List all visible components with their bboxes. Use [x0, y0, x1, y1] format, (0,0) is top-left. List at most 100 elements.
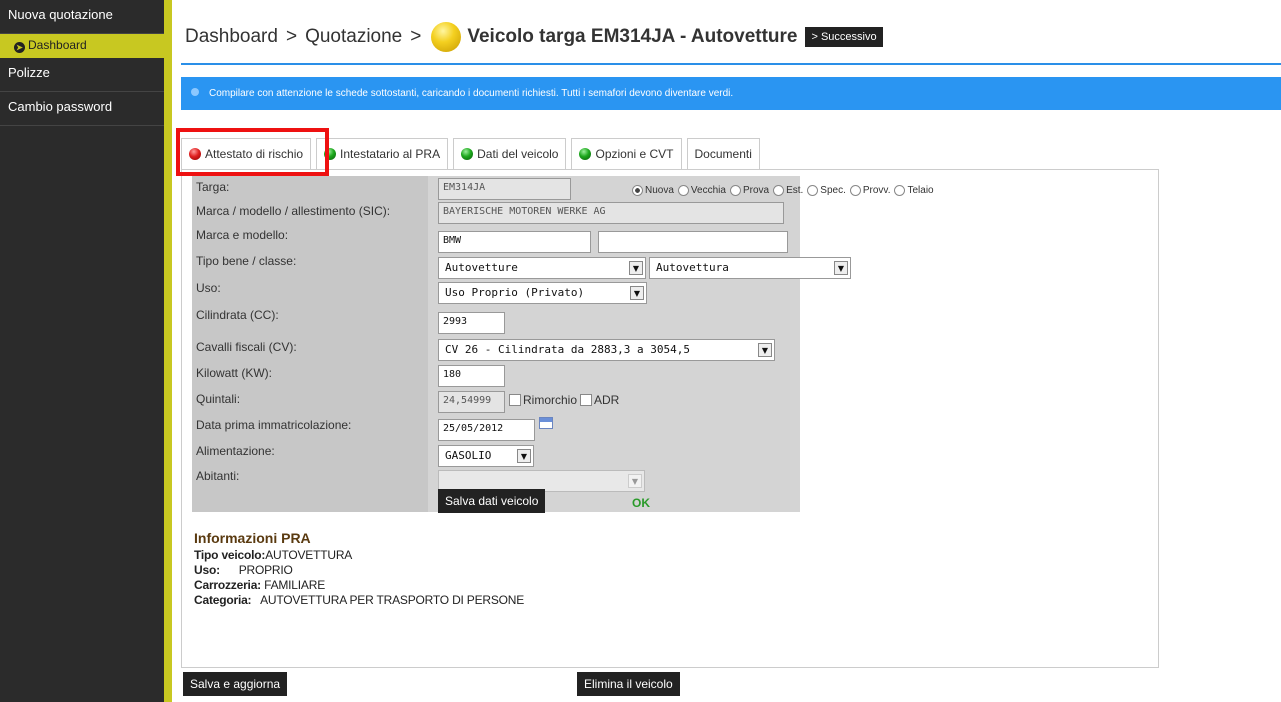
- radio-label: Nuova: [645, 185, 674, 196]
- tab-bar: Attestato di rischio Intestatario al PRA…: [181, 134, 765, 170]
- chevron-down-icon: ▼: [834, 261, 848, 275]
- tab-intestatario-al-pra[interactable]: Intestatario al PRA: [316, 138, 449, 170]
- radio-provv[interactable]: [849, 185, 861, 196]
- save-vehicle-button[interactable]: Salva dati veicolo: [438, 489, 546, 513]
- vehicle-panel: Targa: EM314JA Marca / modello / allesti…: [181, 169, 1159, 696]
- pra-uso: Uso: PROPRIO: [194, 563, 293, 577]
- field-label: Kilowatt (KW):: [196, 366, 273, 380]
- info-message: Compilare con attenzione le schede sotto…: [209, 88, 734, 99]
- chevron-right-icon: ➤: [14, 42, 25, 53]
- rimorchio-option: Rimorchio ADR: [506, 393, 619, 407]
- sidebar-item-polizze[interactable]: Polizze: [0, 58, 164, 92]
- sidebar-item-cambio-password[interactable]: Cambio password: [0, 92, 164, 126]
- cilindrata-field[interactable]: 2993: [438, 312, 505, 334]
- sidebar-item-nuova-quotazione[interactable]: Nuova quotazione: [0, 0, 164, 34]
- field-label: Marca / modello / allestimento (SIC):: [196, 204, 391, 218]
- plate-type-radio-group: Nuova Vecchia Prova Est. Spec. Provv. Te…: [628, 185, 934, 196]
- tab-label: Attestato di rischio: [205, 147, 304, 161]
- row-uso: Uso: Uso Proprio (Privato) ▼: [192, 277, 800, 304]
- rimorchio-checkbox[interactable]: [509, 394, 521, 406]
- tab-opzioni-e-cvt[interactable]: Opzioni e CVT: [571, 138, 682, 170]
- row-tipo: Tipo bene / classe: Autovetture ▼ Autovet…: [192, 250, 851, 279]
- select-value: GASOLIO: [445, 449, 492, 462]
- radio-est[interactable]: [773, 185, 785, 196]
- radio-label: Provv.: [862, 185, 891, 196]
- next-button[interactable]: > Successivo: [805, 27, 883, 47]
- tab-dati-del-veicolo[interactable]: Dati del veicolo: [453, 138, 567, 170]
- status-ok: OK: [632, 496, 650, 510]
- traffic-light-yellow-icon: [431, 22, 462, 52]
- status-green-icon: [461, 148, 474, 160]
- pra-tipo: Tipo veicolo:AUTOVETTURA: [194, 548, 353, 562]
- row-cilindrata: Cilindrata (CC): 2993: [192, 304, 800, 334]
- radio-label: Spec.: [820, 185, 846, 196]
- status-green-icon: [324, 148, 337, 160]
- pra-carrozzeria: Carrozzeria: FAMILIARE: [194, 578, 325, 592]
- row-sic: Marca / modello / allestimento (SIC): BA…: [192, 200, 800, 224]
- radio-telaio[interactable]: [894, 185, 906, 196]
- breadcrumb-separator: >: [410, 26, 422, 47]
- info-icon: [191, 88, 199, 96]
- select-value: Autovettura: [656, 261, 729, 274]
- sidebar: Nuova quotazione ➤ Dashboard Polizze Camb…: [0, 0, 164, 702]
- status-red-icon: [189, 148, 201, 160]
- tab-label: Opzioni e CVT: [595, 147, 674, 161]
- checkbox-label: ADR: [594, 393, 620, 407]
- field-label: Tipo bene / classe:: [196, 254, 297, 268]
- radio-spec[interactable]: [807, 185, 819, 196]
- checkbox-label: Rimorchio: [523, 393, 578, 407]
- pra-info: Informazioni PRA Tipo veicolo:AUTOVETTUR…: [194, 530, 694, 608]
- status-green-icon: [579, 148, 592, 160]
- chevron-down-icon: ▼: [517, 449, 531, 463]
- calendar-icon[interactable]: [539, 417, 553, 429]
- main-content: Dashboard > Quotazione > Veicolo targa E…: [172, 0, 1281, 702]
- targa-field[interactable]: EM314JA: [438, 178, 571, 200]
- cavalli-select[interactable]: CV 26 - Cilindrata da 2883,3 a 3054,5 ▼: [438, 339, 775, 361]
- sidebar-item-dashboard[interactable]: ➤ Dashboard: [0, 34, 164, 58]
- pra-title: Informazioni PRA: [194, 530, 311, 546]
- breadcrumb-quotazione[interactable]: Quotazione: [305, 26, 402, 48]
- tab-documenti[interactable]: Documenti: [686, 138, 760, 170]
- delete-vehicle-button[interactable]: Elimina il veicolo: [577, 672, 680, 696]
- tab-attestato-di-rischio[interactable]: Attestato di rischio: [181, 138, 312, 170]
- header-divider: [181, 63, 1281, 65]
- radio-prova[interactable]: [729, 185, 741, 196]
- sidebar-item-label: Dashboard: [28, 38, 87, 52]
- radio-label: Est.: [786, 185, 804, 196]
- radio-nuova[interactable]: [632, 185, 643, 196]
- sic-field[interactable]: BAYERISCHE MOTOREN WERKE AG: [438, 202, 784, 224]
- quintali-field[interactable]: 24,54999: [438, 391, 505, 413]
- tab-label: Dati del veicolo: [477, 147, 559, 161]
- classe-select[interactable]: Autovettura ▼: [649, 257, 851, 279]
- radio-label: Prova: [742, 185, 770, 196]
- tab-label: Documenti: [694, 147, 752, 161]
- row-cavalli: Cavalli fiscali (CV): CV 26 - Cilindrata…: [192, 336, 800, 361]
- radio-label: Vecchia: [690, 185, 726, 196]
- field-label: Alimentazione:: [196, 444, 275, 458]
- select-value: Uso Proprio (Privato): [445, 286, 585, 299]
- chevron-down-icon: ▼: [628, 474, 642, 488]
- vehicle-form: Targa: EM314JA Marca / modello / allesti…: [192, 176, 851, 513]
- field-label: Data prima immatricolazione:: [196, 418, 352, 432]
- row-alimentazione: Alimentazione: GASOLIO ▼: [192, 440, 800, 467]
- adr-checkbox[interactable]: [580, 394, 593, 406]
- breadcrumb: Dashboard > Quotazione > Veicolo targa E…: [185, 22, 883, 52]
- tipo-bene-select[interactable]: Autovetture ▼: [438, 257, 646, 279]
- chevron-down-icon: ▼: [630, 286, 644, 300]
- select-value: CV 26 - Cilindrata da 2883,3 a 3054,5: [445, 343, 691, 356]
- row-quintali: Quintali: 24,54999 Rimorchio ADR: [192, 388, 800, 413]
- save-update-button[interactable]: Salva e aggiorna: [183, 672, 288, 696]
- field-label: Marca e modello:: [196, 228, 289, 242]
- pra-categoria: Categoria: AUTOVETTURA PER TRASPORTO DI …: [194, 593, 525, 607]
- chevron-down-icon: ▼: [758, 343, 772, 357]
- uso-select[interactable]: Uso Proprio (Privato) ▼: [438, 282, 647, 304]
- radio-vecchia[interactable]: [677, 185, 689, 196]
- field-label: Targa:: [196, 180, 230, 194]
- breadcrumb-dashboard[interactable]: Dashboard: [185, 26, 278, 48]
- alimentazione-select[interactable]: GASOLIO ▼: [438, 445, 534, 467]
- row-abitanti: Abitanti: ▼: [192, 465, 800, 492]
- data-immatricolazione-field[interactable]: 25/05/2012: [438, 419, 535, 441]
- kilowatt-field[interactable]: 180: [438, 365, 505, 387]
- info-banner: Compilare con attenzione le schede sotto…: [181, 77, 1281, 110]
- field-label: Cavalli fiscali (CV):: [196, 340, 297, 354]
